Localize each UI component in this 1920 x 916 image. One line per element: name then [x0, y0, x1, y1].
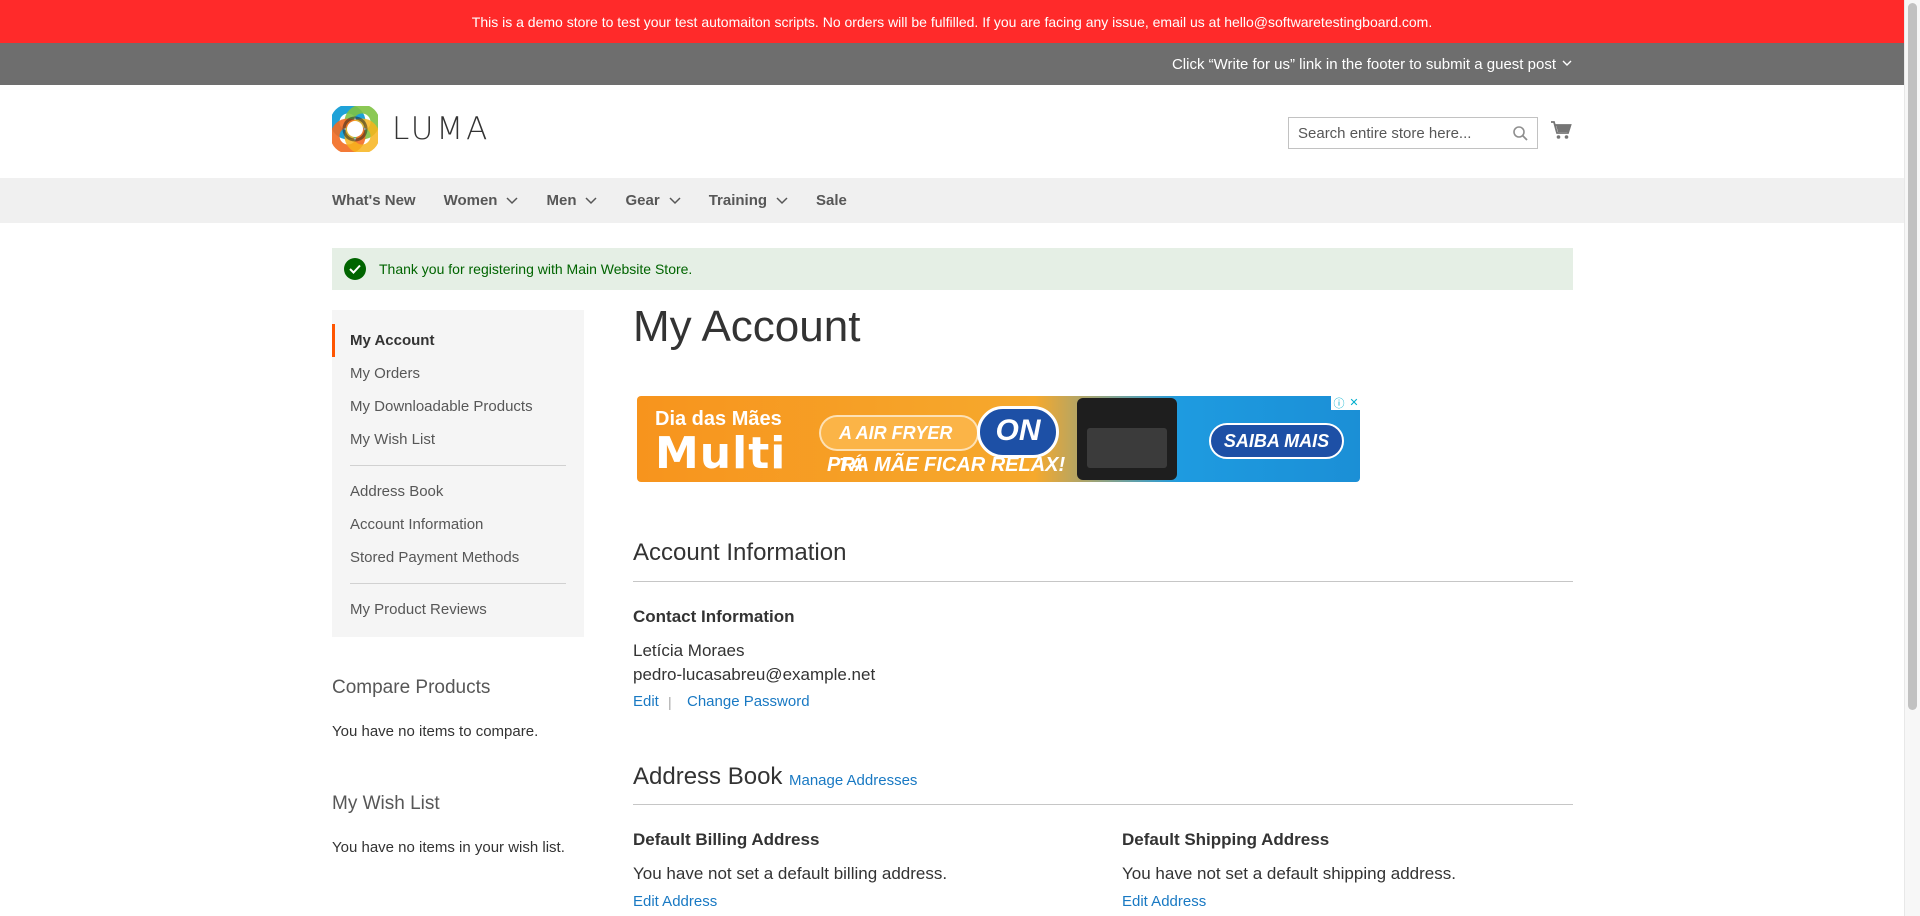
- air-fryer-image: [1077, 398, 1177, 480]
- nav-item-label: Gear: [625, 192, 660, 209]
- sidebar-item-address-book[interactable]: Address Book: [332, 475, 584, 508]
- chevron-down-icon: [669, 192, 681, 209]
- wishlist-title: My Wish List: [332, 793, 440, 814]
- edit-shipping-address-link[interactable]: Edit Address: [1122, 893, 1206, 910]
- contact-information-title: Contact Information: [633, 607, 795, 626]
- nav-item-sale[interactable]: Sale: [816, 192, 847, 209]
- customer-email: pedro-lucasabreu@example.net: [633, 665, 876, 684]
- chevron-down-icon: [776, 192, 788, 209]
- nav-item-gear[interactable]: Gear: [625, 192, 681, 209]
- nav-item-label: Sale: [816, 192, 847, 209]
- sidebar-item-downloadable-products[interactable]: My Downloadable Products: [332, 390, 584, 423]
- sidebar-item-wish-list[interactable]: My Wish List: [332, 423, 584, 456]
- search-icon[interactable]: [1513, 126, 1528, 146]
- demo-notice-text: This is a demo store to test your test a…: [471, 13, 1433, 30]
- sidebar-item-product-reviews[interactable]: My Product Reviews: [332, 593, 584, 626]
- promo-toggle[interactable]: Click “Write for us” link in the footer …: [1172, 43, 1572, 85]
- success-message: Thank you for registering with Main Webs…: [332, 248, 1573, 290]
- edit-billing-address-link[interactable]: Edit Address: [633, 893, 717, 910]
- ad-pill: A AIR FRYER TÁ: [819, 415, 979, 475]
- account-information-title: Account Information: [633, 539, 847, 566]
- default-shipping-text: You have not set a default shipping addr…: [1122, 864, 1456, 883]
- edit-contact-link[interactable]: Edit: [633, 693, 659, 710]
- promo-text: Click “Write for us” link in the footer …: [1171, 55, 1556, 73]
- customer-name: Letícia Moraes: [633, 641, 745, 660]
- default-shipping-title: Default Shipping Address: [1122, 830, 1330, 849]
- logo[interactable]: LUMA: [330, 104, 491, 154]
- section-divider: [633, 581, 1573, 582]
- nav-item-label: Training: [708, 192, 768, 209]
- sidebar-divider: [350, 583, 566, 584]
- nav-item-women[interactable]: Women: [444, 192, 519, 209]
- nav-item-men[interactable]: Men: [546, 192, 598, 209]
- luma-logo-icon: [330, 104, 380, 154]
- demo-notice-bar: This is a demo store to test your test a…: [0, 0, 1904, 43]
- search-input[interactable]: [1289, 118, 1499, 148]
- nav-item-label: What's New: [332, 192, 416, 209]
- nav-item-label: Men: [546, 192, 577, 209]
- chevron-down-icon: [1562, 58, 1572, 70]
- sidebar-item-my-account[interactable]: My Account: [332, 324, 584, 357]
- change-password-link[interactable]: Change Password: [687, 693, 810, 710]
- success-message-text: Thank you for registering with Main Webs…: [379, 261, 693, 277]
- sidebar-item-my-orders[interactable]: My Orders: [332, 357, 584, 390]
- page-title: My Account: [633, 302, 861, 351]
- nav-item-training[interactable]: Training: [709, 192, 788, 209]
- compare-products-empty: You have no items to compare.: [332, 723, 539, 740]
- address-book-title: Address Book: [633, 763, 783, 790]
- close-icon[interactable]: ✕: [1349, 396, 1358, 409]
- checkmark-icon: [344, 258, 366, 280]
- compare-products-title: Compare Products: [332, 677, 491, 698]
- page-scrollbar[interactable]: [1904, 0, 1920, 916]
- ad-tagline: PRA MÃE FICAR RELAX!: [827, 454, 1066, 476]
- ad-on-badge: ON: [977, 406, 1059, 458]
- chevron-down-icon: [506, 192, 519, 209]
- default-billing-title: Default Billing Address: [633, 830, 820, 849]
- site-header: LUMA: [0, 85, 1904, 178]
- nav-item-label: Women: [443, 192, 498, 209]
- ad-choices-badge[interactable]: ⓘ ✕: [1331, 395, 1361, 410]
- scrollbar-thumb[interactable]: [1908, 3, 1917, 710]
- link-separator: |: [668, 694, 672, 710]
- ad-cta-button[interactable]: SAIBA MAIS: [1209, 423, 1344, 459]
- section-divider: [633, 804, 1573, 805]
- chevron-down-icon: [585, 192, 598, 209]
- nav-item-whats-new[interactable]: What's New: [332, 192, 416, 209]
- ad-line2: Multi: [655, 428, 787, 479]
- sidebar-item-account-information[interactable]: Account Information: [332, 508, 584, 541]
- main-navigation: What's New Women Men Gear Training Sale: [0, 178, 1904, 223]
- search-box: [1288, 117, 1538, 149]
- advertisement-banner[interactable]: Dia das Mães Multi A AIR FRYER TÁ ON PRA…: [637, 396, 1360, 482]
- cart-icon[interactable]: [1550, 119, 1572, 146]
- account-sidebar-nav: My Account My Orders My Downloadable Pro…: [332, 310, 584, 637]
- promo-bar: Click “Write for us” link in the footer …: [0, 43, 1904, 85]
- sidebar-divider: [350, 465, 566, 466]
- wishlist-empty: You have no items in your wish list.: [332, 839, 565, 856]
- manage-addresses-link[interactable]: Manage Addresses: [789, 772, 917, 789]
- default-billing-text: You have not set a default billing addre…: [633, 864, 948, 883]
- sidebar-item-stored-payment-methods[interactable]: Stored Payment Methods: [332, 541, 584, 574]
- logo-text: LUMA: [392, 111, 491, 147]
- info-icon[interactable]: ⓘ: [1333, 395, 1344, 411]
